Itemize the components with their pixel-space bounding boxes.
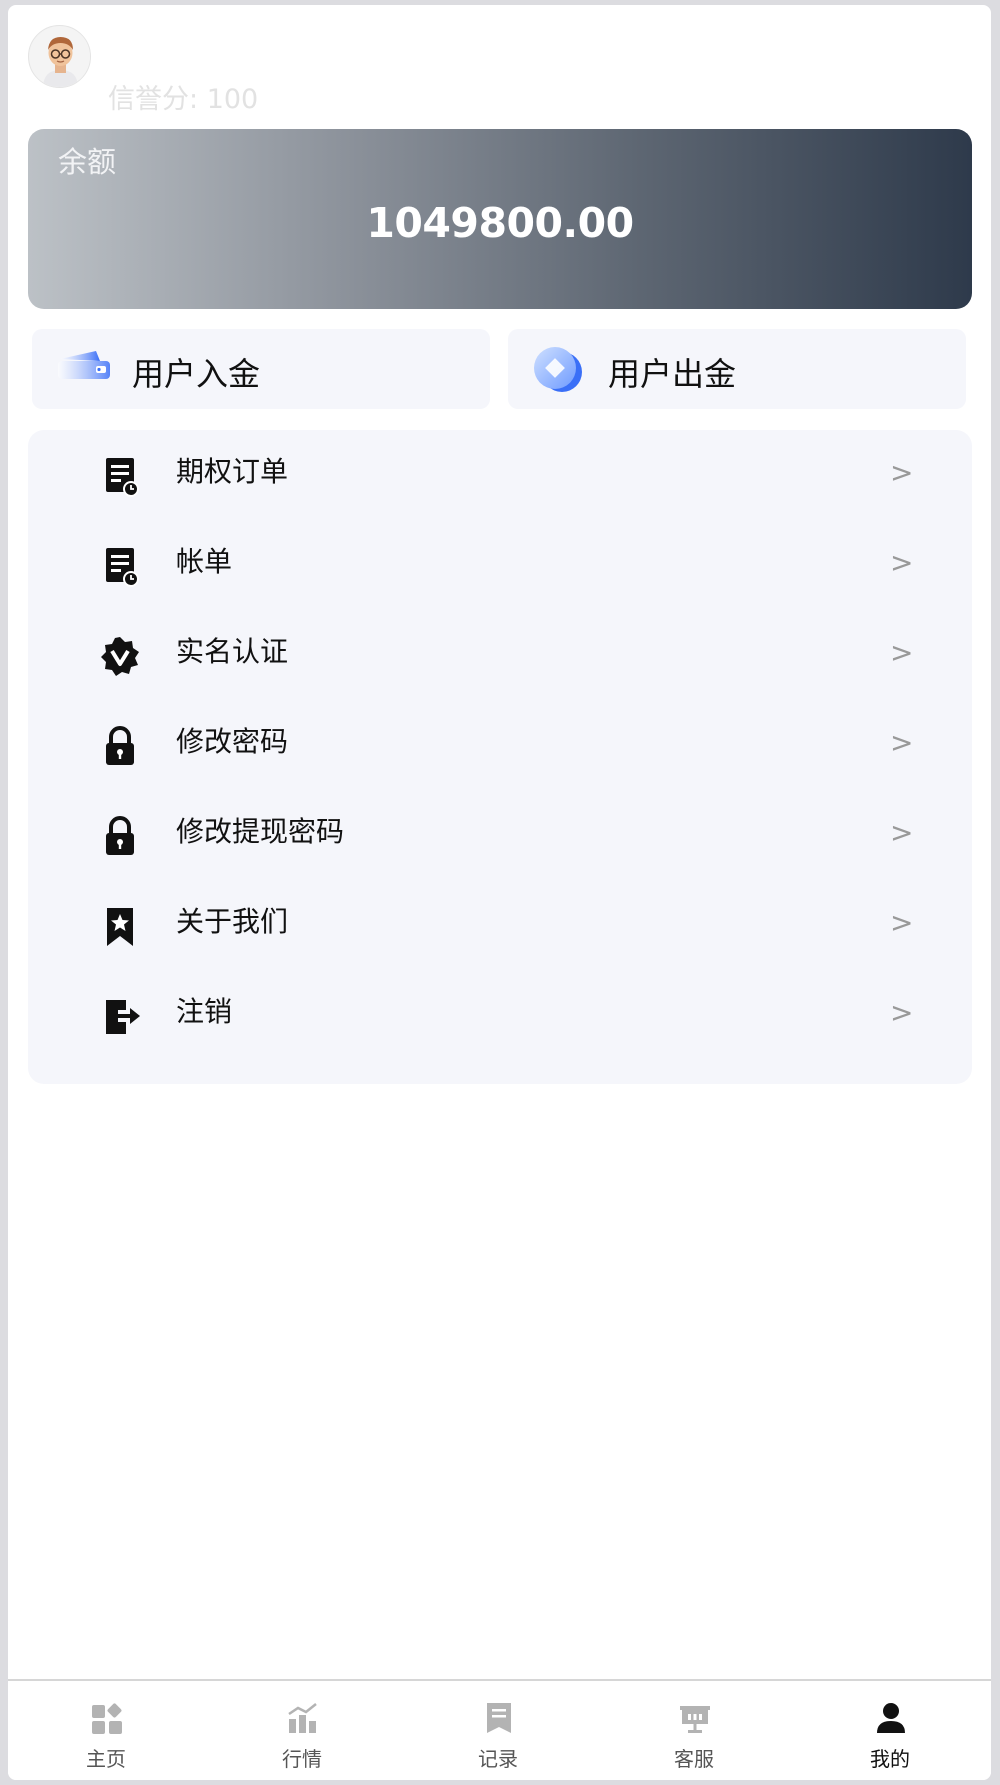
withdraw-label: 用户出金 bbox=[608, 355, 737, 393]
menu-label: 实名认证 bbox=[176, 635, 289, 668]
user-icon bbox=[874, 1701, 908, 1735]
tab-label: 客服 bbox=[674, 1747, 714, 1771]
wallet-icon bbox=[52, 341, 112, 395]
balance-card: 余额 1049800.00 bbox=[28, 129, 972, 309]
menu-item-bills[interactable]: 帐单 > bbox=[28, 520, 972, 610]
menu-label: 注销 bbox=[176, 995, 233, 1028]
profile-screen: 信誉分: 100 余额 1049800.00 用户入金 用户出金 期权订单 > … bbox=[8, 5, 991, 1780]
verified-badge-icon bbox=[98, 634, 142, 678]
document-clock-icon bbox=[98, 544, 142, 588]
chevron-right-icon: > bbox=[890, 816, 914, 849]
menu-item-change-withdraw-password[interactable]: 修改提现密码 > bbox=[28, 790, 972, 880]
menu-item-option-orders[interactable]: 期权订单 > bbox=[28, 430, 972, 520]
chevron-right-icon: > bbox=[890, 996, 914, 1029]
menu-label: 帐单 bbox=[176, 545, 233, 578]
tab-home[interactable]: 主页 bbox=[8, 1681, 204, 1780]
menu-label: 修改密码 bbox=[176, 725, 289, 758]
chevron-right-icon: > bbox=[890, 906, 914, 939]
menu-label: 期权订单 bbox=[176, 455, 289, 488]
credit-score-value: 100 bbox=[206, 84, 259, 115]
chevron-right-icon: > bbox=[890, 636, 914, 669]
menu-label: 关于我们 bbox=[176, 905, 289, 938]
logout-icon bbox=[98, 994, 142, 1038]
balance-label: 余额 bbox=[58, 145, 117, 179]
tab-label: 记录 bbox=[478, 1747, 518, 1771]
coin-icon bbox=[528, 341, 588, 401]
avatar[interactable] bbox=[28, 25, 91, 88]
lock-icon bbox=[98, 724, 142, 768]
tab-label: 主页 bbox=[86, 1747, 126, 1771]
record-doc-icon bbox=[482, 1701, 516, 1735]
bottom-tab-bar: 主页 行情 记录 客服 我的 bbox=[8, 1679, 991, 1780]
menu-item-logout[interactable]: 注销 > bbox=[28, 970, 972, 1060]
home-grid-icon bbox=[90, 1701, 124, 1735]
market-chart-icon bbox=[286, 1701, 320, 1735]
withdraw-button[interactable]: 用户出金 bbox=[508, 329, 966, 409]
tab-label: 我的 bbox=[870, 1747, 910, 1771]
bookmark-star-icon bbox=[98, 904, 142, 948]
menu-list: 期权订单 > 帐单 > 实名认证 > 修改密码 > 修改提现密码 > 关于我们 … bbox=[28, 430, 972, 1084]
deposit-button[interactable]: 用户入金 bbox=[32, 329, 490, 409]
menu-item-change-password[interactable]: 修改密码 > bbox=[28, 700, 972, 790]
lock-icon bbox=[98, 814, 142, 858]
service-board-icon bbox=[678, 1701, 712, 1735]
tab-records[interactable]: 记录 bbox=[400, 1681, 596, 1780]
menu-label: 修改提现密码 bbox=[176, 815, 345, 848]
menu-item-about-us[interactable]: 关于我们 > bbox=[28, 880, 972, 970]
credit-score-label: 信誉分: bbox=[108, 84, 199, 115]
chevron-right-icon: > bbox=[890, 456, 914, 489]
tab-market[interactable]: 行情 bbox=[204, 1681, 400, 1780]
tab-label: 行情 bbox=[282, 1747, 322, 1771]
document-clock-icon bbox=[98, 454, 142, 498]
balance-amount: 1049800.00 bbox=[366, 199, 634, 247]
tab-mine[interactable]: 我的 bbox=[792, 1681, 988, 1780]
menu-item-verification[interactable]: 实名认证 > bbox=[28, 610, 972, 700]
chevron-right-icon: > bbox=[890, 546, 914, 579]
chevron-right-icon: > bbox=[890, 726, 914, 759]
credit-score: 信誉分: 100 bbox=[108, 77, 258, 116]
tab-service[interactable]: 客服 bbox=[596, 1681, 792, 1780]
deposit-label: 用户入金 bbox=[132, 355, 261, 393]
